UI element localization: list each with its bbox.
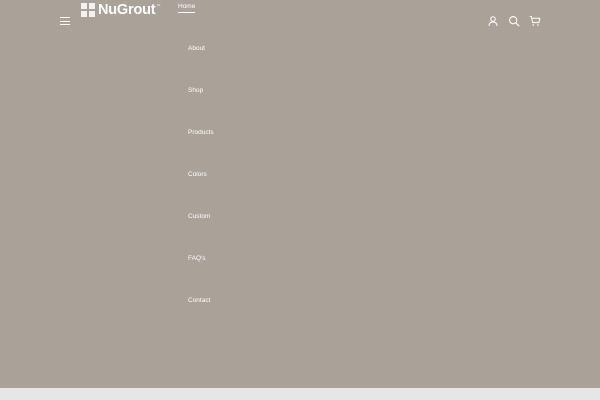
- cart-icon[interactable]: [529, 15, 541, 27]
- search-icon[interactable]: [508, 15, 520, 27]
- nav-item-custom[interactable]: Custom: [188, 213, 210, 221]
- logo-text: NuGrout: [98, 2, 156, 18]
- footer-strip: [0, 388, 600, 400]
- nav-item-shop[interactable]: Shop: [188, 87, 203, 95]
- nav-item-home[interactable]: Home: [178, 3, 196, 13]
- menu-icon[interactable]: [60, 16, 72, 26]
- nav-item-contact[interactable]: Contact: [188, 297, 210, 305]
- nav-item-products[interactable]: Products: [188, 129, 214, 137]
- logo-trademark: ™: [156, 3, 161, 8]
- nav-item-faqs[interactable]: FAQ's: [188, 255, 206, 263]
- hero-section: [0, 0, 600, 388]
- logo-mark-icon: [81, 3, 95, 17]
- logo[interactable]: NuGrout ™: [81, 3, 160, 17]
- account-icon[interactable]: [487, 15, 499, 27]
- nav-item-colors[interactable]: Colors: [188, 171, 207, 179]
- nav-item-about[interactable]: About: [188, 45, 205, 53]
